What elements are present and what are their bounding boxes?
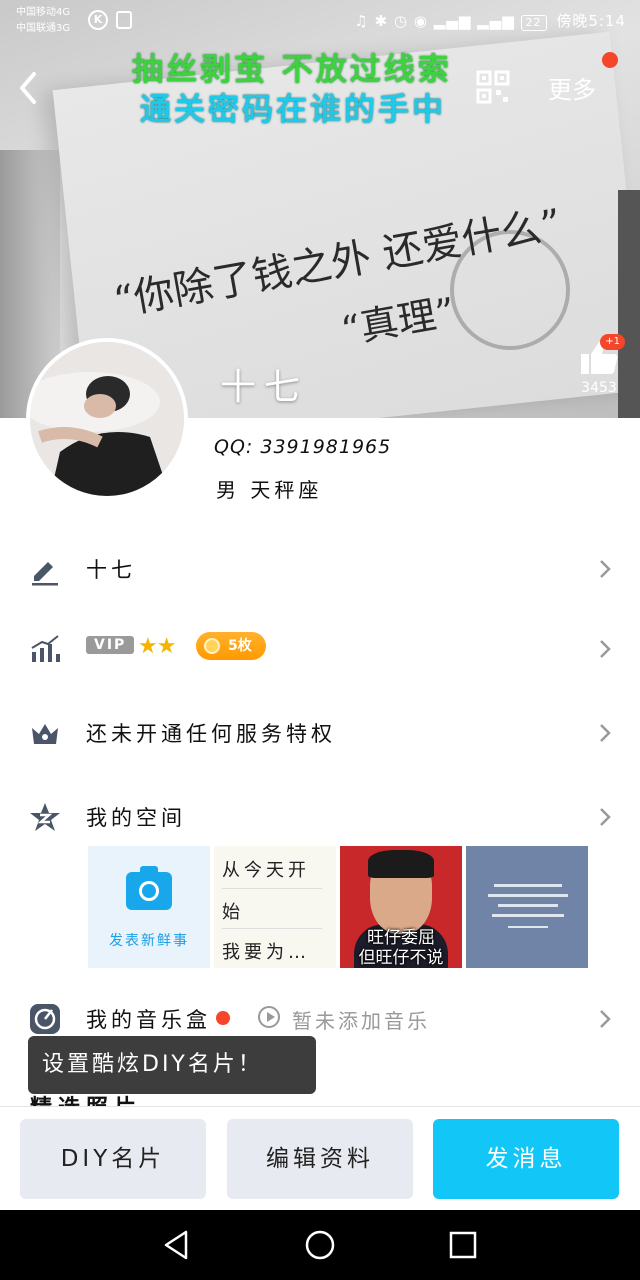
likes-counter[interactable]: +1 3453 bbox=[574, 334, 625, 396]
pencil-icon bbox=[32, 562, 58, 586]
document-icon bbox=[116, 11, 132, 29]
text-post-thumb[interactable]: 从今天开 始 我要为… bbox=[214, 846, 336, 968]
post-new-button[interactable]: 发表新鲜事 bbox=[88, 846, 210, 968]
play-icon[interactable] bbox=[258, 1006, 280, 1028]
chevron-right-icon bbox=[600, 808, 611, 826]
signature-row[interactable]: 十七 bbox=[0, 538, 640, 598]
service-row[interactable]: 还未开通任何服务特权 bbox=[0, 702, 640, 762]
diy-tooltip[interactable]: 设置酷炫DIY名片！ bbox=[28, 1036, 316, 1094]
coin-icon bbox=[204, 638, 220, 654]
text-post-divider bbox=[222, 888, 322, 889]
signature-text: 十七 bbox=[86, 558, 136, 582]
meme-photo-thumb[interactable]: 旺仔委屈 但旺仔不说 bbox=[340, 846, 462, 968]
chevron-right-icon bbox=[600, 724, 611, 742]
likes-count: 3453 bbox=[581, 380, 617, 396]
text-post-line-2: 始 bbox=[222, 902, 244, 923]
bottom-action-bar: DIY名片 编辑资料 发消息 bbox=[0, 1106, 640, 1210]
k-app-icon: K bbox=[88, 10, 108, 30]
avatar[interactable] bbox=[26, 338, 188, 500]
system-nav-bar bbox=[0, 1210, 640, 1280]
carrier-1: 中国移动4G bbox=[16, 7, 71, 18]
qzone-star-icon bbox=[30, 803, 60, 831]
back-triangle-icon[interactable] bbox=[160, 1228, 194, 1262]
status-time: 傍晚5:14 bbox=[556, 12, 626, 30]
vip-tag: VIP bbox=[86, 636, 135, 654]
battery-icon: 22 bbox=[520, 15, 547, 31]
status-bar: 中国移动4G 中国联通3G K ♫ ✱ ◷ ◉ ▂▄▆ ▂▄▆ 22 傍晚5:1… bbox=[0, 0, 640, 40]
zone-label: 我的空间 bbox=[86, 806, 186, 830]
zone-gallery: 发表新鲜事 从今天开 始 我要为… 旺仔委屈 但旺仔不说 bbox=[88, 846, 588, 968]
more-button[interactable]: 更多 bbox=[548, 70, 596, 105]
meme-person-hair bbox=[368, 850, 434, 878]
recents-square-icon[interactable] bbox=[446, 1228, 480, 1262]
vip-row[interactable]: VIP ★★ 5枚 bbox=[0, 618, 640, 678]
text-post-line-1: 从今天开 bbox=[222, 860, 310, 881]
meme-caption-2: 但旺仔不说 bbox=[358, 948, 444, 968]
notification-dot bbox=[602, 52, 618, 68]
music-label: 我的音乐盒 bbox=[86, 1008, 211, 1032]
send-message-button[interactable]: 发消息 bbox=[433, 1119, 619, 1199]
crown-icon bbox=[32, 724, 58, 744]
quote-photo-thumb[interactable] bbox=[466, 846, 588, 968]
banner-line-1: 抽丝剥茧 不放过线索 bbox=[132, 52, 452, 88]
thumbs-up-icon: +1 bbox=[579, 334, 625, 376]
chevron-right-icon bbox=[600, 1010, 611, 1028]
likes-plus-badge: +1 bbox=[600, 334, 625, 350]
qr-code-icon[interactable] bbox=[476, 70, 510, 104]
carrier-2: 中国联通3G bbox=[16, 23, 71, 34]
back-arrow-icon[interactable] bbox=[14, 66, 44, 110]
diy-card-button[interactable]: DIY名片 bbox=[20, 1119, 206, 1199]
gender-sign: 男 天秤座 bbox=[216, 478, 323, 502]
level-chart-icon bbox=[31, 635, 60, 662]
coin-count: 5枚 bbox=[228, 638, 252, 654]
signal-icon-2: ▂▄▆ bbox=[477, 12, 515, 30]
carrier-info: 中国移动4G 中国联通3G bbox=[16, 5, 70, 37]
music-disc-icon bbox=[30, 1004, 60, 1034]
quote-text-graphic bbox=[488, 884, 568, 928]
nickname: 十七 bbox=[220, 367, 309, 408]
qq-number: QQ: 3391981965 bbox=[214, 436, 392, 458]
text-post-line-3: 我要为… bbox=[222, 942, 310, 963]
home-circle-icon[interactable] bbox=[303, 1228, 337, 1262]
zone-row[interactable]: 我的空间 bbox=[0, 786, 640, 846]
chevron-right-icon bbox=[600, 560, 611, 578]
bluetooth-icon: ✱ bbox=[374, 12, 389, 30]
headphones-icon: ♫ bbox=[354, 12, 369, 30]
text-post-divider bbox=[222, 928, 322, 929]
camera-icon bbox=[126, 866, 172, 910]
chevron-right-icon bbox=[600, 640, 611, 658]
level-stars: ★★ bbox=[138, 634, 176, 659]
signal-icon: ▂▄▆ bbox=[433, 12, 472, 30]
alarm-icon: ◷ bbox=[394, 12, 409, 30]
coin-badge: 5枚 bbox=[196, 632, 266, 660]
meme-caption-1: 旺仔委屈 bbox=[367, 928, 435, 948]
banner-line-2: 通关密码在谁的手中 bbox=[140, 92, 446, 128]
service-text: 还未开通任何服务特权 bbox=[86, 722, 336, 746]
status-right: ♫ ✱ ◷ ◉ ▂▄▆ ▂▄▆ 22 傍晚5:14 bbox=[354, 10, 626, 31]
post-new-label: 发表新鲜事 bbox=[109, 933, 189, 949]
eye-icon: ◉ bbox=[413, 12, 428, 30]
music-red-dot bbox=[216, 1011, 230, 1025]
edit-profile-button[interactable]: 编辑资料 bbox=[227, 1119, 413, 1199]
music-empty-text: 暂未添加音乐 bbox=[292, 1009, 430, 1033]
